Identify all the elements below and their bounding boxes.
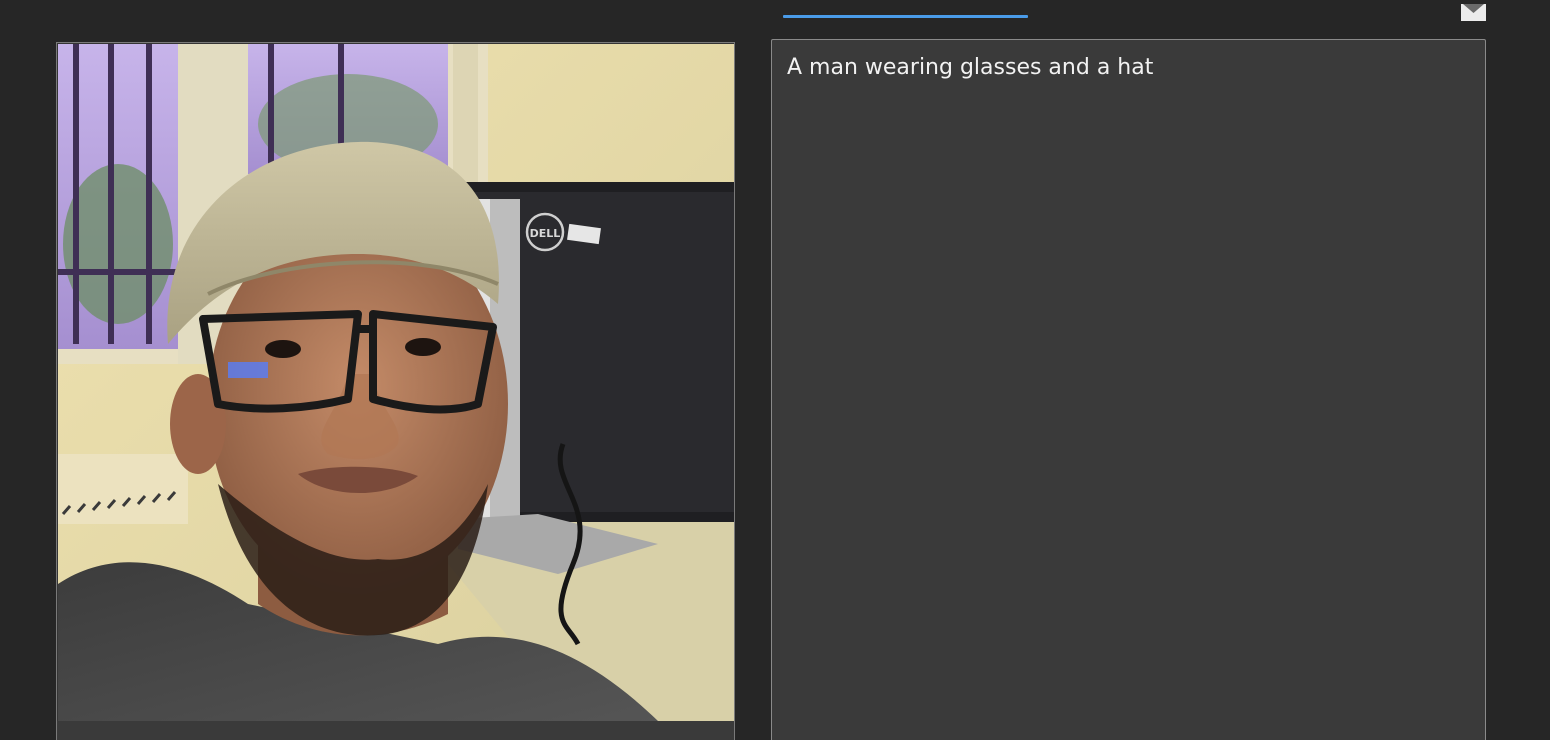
caption-text: A man wearing glasses and a hat (787, 55, 1154, 80)
active-tab-indicator (783, 15, 1028, 18)
image-panel: DELL (56, 42, 735, 740)
photo-illustration: DELL (58, 44, 734, 721)
image-footer-bar (57, 721, 734, 740)
chevron-down-icon (1461, 4, 1486, 21)
caption-output-box[interactable]: A man wearing glasses and a hat (771, 39, 1486, 740)
monitor-brand-logo: DELL (530, 227, 561, 240)
selfie-photo: DELL (58, 44, 734, 721)
app-window: DELL A man wearing glasses and a hat (0, 0, 1550, 740)
dropdown-menu-button[interactable] (1461, 4, 1486, 21)
